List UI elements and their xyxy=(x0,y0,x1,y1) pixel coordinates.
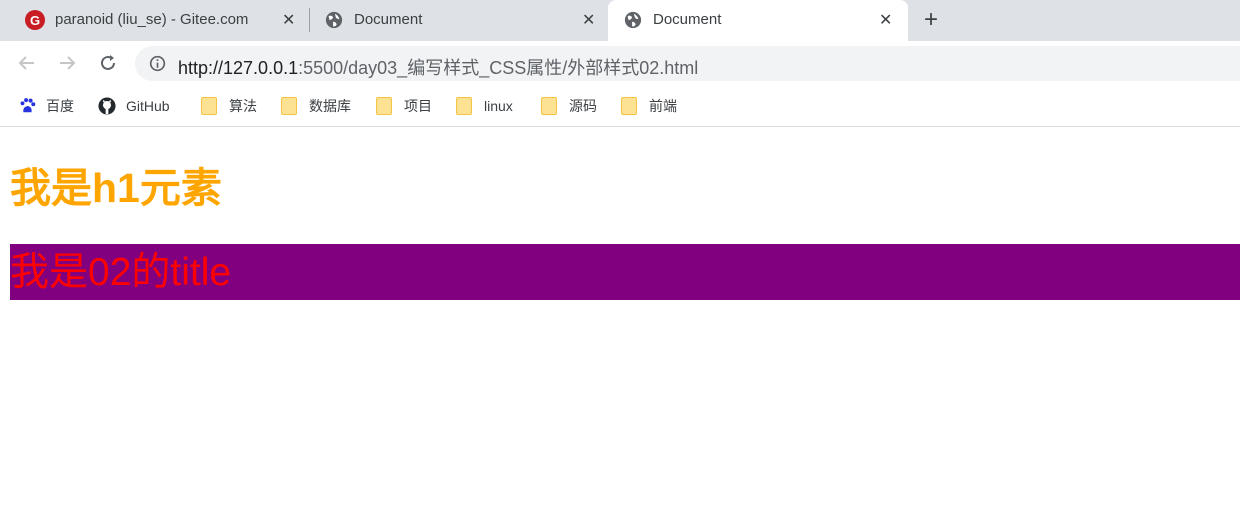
folder-icon xyxy=(281,97,297,115)
baidu-icon xyxy=(20,98,36,113)
bookmark-label: 百度 xyxy=(46,98,74,114)
github-icon xyxy=(98,97,116,115)
title-block: 我是02的title xyxy=(10,244,1240,300)
close-tab-icon[interactable]: ✕ xyxy=(282,10,295,30)
globe-icon xyxy=(325,11,343,29)
bookmark-folder-projects[interactable]: 项目 xyxy=(376,86,432,126)
bookmark-label: 前端 xyxy=(649,98,677,114)
bookmark-label: 数据库 xyxy=(309,98,351,114)
tab-document-1[interactable]: Document ✕ xyxy=(310,0,608,41)
page-heading: 我是h1元素 xyxy=(10,165,222,211)
bookmark-folder-algorithms[interactable]: 算法 xyxy=(201,86,257,126)
reload-button[interactable] xyxy=(96,51,120,75)
tab-title: paranoid (liu_se) - Gitee.com xyxy=(55,11,249,28)
tab-document-active[interactable]: Document ✕ xyxy=(608,0,908,41)
reload-icon xyxy=(101,55,115,70)
bookmark-folder-linux[interactable]: linux xyxy=(456,86,513,126)
url-host: http://127.0.0.1 xyxy=(178,58,299,78)
folder-icon xyxy=(376,97,392,115)
address-bar[interactable]: http://127.0.0.1:5500/day03_编写样式_CSS属性/外… xyxy=(135,46,1240,81)
bookmark-baidu[interactable]: 百度 xyxy=(18,86,74,126)
bookmark-label: 源码 xyxy=(569,98,597,114)
title-text: 我是02的title xyxy=(10,251,232,294)
bookmark-label: linux xyxy=(484,98,513,114)
tab-gitee[interactable]: G paranoid (liu_se) - Gitee.com ✕ xyxy=(0,0,305,41)
close-tab-icon[interactable]: ✕ xyxy=(582,10,595,30)
url-path: :5500/day03_编写样式_CSS属性/外部样式02.html xyxy=(298,58,699,78)
arrow-left-icon xyxy=(18,56,34,70)
folder-icon xyxy=(201,97,217,115)
forward-button[interactable] xyxy=(55,51,79,75)
bookmark-label: 项目 xyxy=(404,98,432,114)
info-icon[interactable] xyxy=(149,55,166,72)
globe-icon xyxy=(624,11,642,29)
tab-title: Document xyxy=(354,11,423,28)
bookmark-folder-frontend[interactable]: 前端 xyxy=(621,86,677,126)
bookmark-github[interactable]: GitHub xyxy=(98,86,170,126)
close-tab-icon[interactable]: ✕ xyxy=(879,10,892,30)
bookmarks-bar: 百度 GitHub 算法 数据库 项目 linux 源码 前端 xyxy=(0,86,1240,127)
url-text: http://127.0.0.1:5500/day03_编写样式_CSS属性/外… xyxy=(178,54,698,80)
folder-icon xyxy=(541,97,557,115)
back-button[interactable] xyxy=(15,51,39,75)
folder-icon xyxy=(456,97,472,115)
bookmark-folder-database[interactable]: 数据库 xyxy=(281,86,351,126)
bookmark-label: 算法 xyxy=(229,98,257,114)
toolbar: http://127.0.0.1:5500/day03_编写样式_CSS属性/外… xyxy=(0,41,1240,86)
tab-strip: G paranoid (liu_se) - Gitee.com ✕ Docume… xyxy=(0,0,1240,41)
bookmark-folder-source[interactable]: 源码 xyxy=(541,86,597,126)
gitee-icon: G xyxy=(25,10,45,30)
arrow-right-icon xyxy=(60,56,76,70)
new-tab-button[interactable]: + xyxy=(924,6,938,34)
folder-icon xyxy=(621,97,637,115)
bookmark-label: GitHub xyxy=(126,98,170,114)
tab-title: Document xyxy=(653,11,722,28)
